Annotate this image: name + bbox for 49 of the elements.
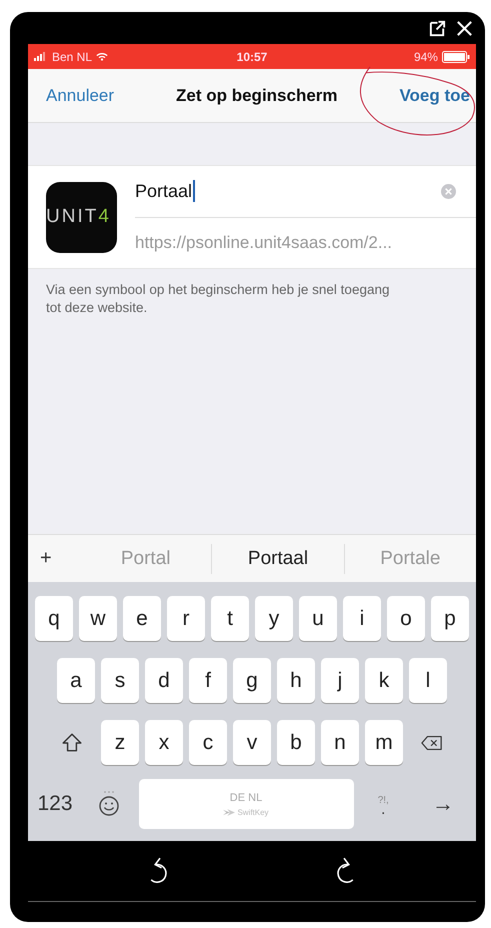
letter-key[interactable]: j	[321, 658, 359, 703]
letter-key[interactable]: f	[189, 658, 227, 703]
close-icon[interactable]	[455, 18, 474, 38]
letter-key[interactable]: k	[365, 658, 403, 703]
bird-icon	[223, 808, 236, 816]
letter-key[interactable]: p	[431, 596, 469, 641]
letter-key[interactable]: n	[321, 720, 359, 765]
letter-key[interactable]: l	[409, 658, 447, 703]
letter-key[interactable]: r	[167, 596, 205, 641]
letter-key[interactable]: y	[255, 596, 293, 641]
letter-key[interactable]: d	[145, 658, 183, 703]
letter-key[interactable]: u	[299, 596, 337, 641]
signal-icon	[34, 52, 48, 61]
wifi-icon	[96, 52, 108, 61]
letter-key[interactable]: q	[35, 596, 73, 641]
letter-key[interactable]: h	[277, 658, 315, 703]
letter-key[interactable]: t	[211, 596, 249, 641]
letter-key[interactable]: o	[387, 596, 425, 641]
cancel-link[interactable]: Annuleer	[46, 86, 114, 106]
battery-percent: 94%	[414, 50, 438, 64]
url-text: https://psonline.unit4saas.com/2...	[135, 232, 394, 254]
letter-key[interactable]: i	[343, 596, 381, 641]
hint-text: Via een symbool op het beginscherm heb je snel toegang tot deze website.	[46, 281, 390, 317]
app-icon: UNIT4	[46, 182, 117, 252]
shift-icon[interactable]	[61, 732, 83, 754]
word-suggestion[interactable]: Portaal	[212, 548, 344, 570]
letter-key[interactable]: c	[189, 720, 227, 765]
emoji-icon[interactable]	[98, 790, 120, 818]
letter-key[interactable]: b	[277, 720, 315, 765]
screen-title: Zet op beginscherm	[176, 86, 338, 106]
name-field[interactable]: Portaal	[135, 180, 196, 202]
enter-key[interactable]: →	[413, 791, 473, 817]
letter-key[interactable]: g	[233, 658, 271, 703]
letter-key[interactable]: x	[145, 720, 183, 765]
battery-icon	[442, 50, 470, 62]
external-link-icon[interactable]	[428, 18, 447, 38]
numbers-key[interactable]: 123	[31, 792, 79, 816]
letter-key[interactable]: s	[101, 658, 139, 703]
letter-key[interactable]: z	[101, 720, 139, 765]
add-link[interactable]: Voeg toe	[399, 86, 470, 106]
letter-key[interactable]: e	[123, 596, 161, 641]
letter-key[interactable]: m	[365, 720, 403, 765]
punctuation-key[interactable]: ?!,.	[358, 794, 408, 814]
plus-key[interactable]: +	[40, 547, 80, 570]
letter-key[interactable]: v	[233, 720, 271, 765]
status-time: 10:57	[236, 50, 268, 64]
letter-key[interactable]: w	[79, 596, 117, 641]
carrier-name: Ben NL	[52, 50, 92, 64]
letter-key[interactable]: a	[57, 658, 95, 703]
